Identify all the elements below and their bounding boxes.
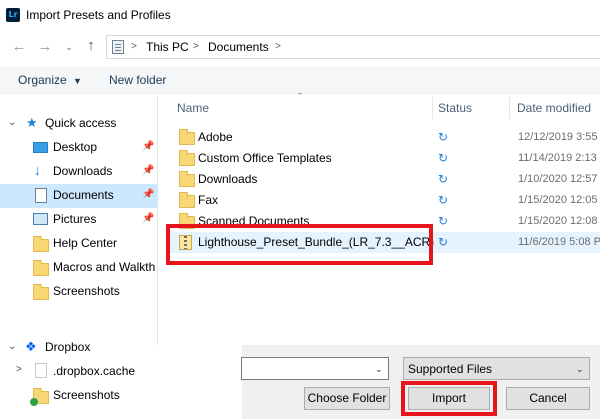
sidebar-item-label: Dropbox [45, 340, 91, 354]
file-row-adobe[interactable]: Adobe ↻ 12/12/2019 3:55 [168, 127, 600, 148]
chevron-right-icon: > [131, 41, 137, 52]
sidebar-item-dropbox[interactable]: ⌄ ❖ Dropbox [0, 336, 158, 360]
folder-icon [179, 150, 195, 166]
sidebar-item-label: .dropbox.cache [53, 364, 136, 378]
forward-arrow-icon[interactable]: → [34, 36, 56, 58]
chevron-down-icon[interactable]: ⌄ [58, 36, 80, 58]
chevron-down-icon[interactable]: ⌄ [8, 117, 16, 128]
file-date: 1/15/2020 12:05 [518, 194, 598, 206]
pictures-icon [33, 213, 48, 225]
caret-down-icon: ▼ [73, 76, 82, 86]
file-date: 12/12/2019 3:55 [518, 131, 598, 143]
column-header-date-modified[interactable]: Date modified [517, 95, 600, 121]
sidebar-item-label: Screenshots [53, 284, 120, 298]
chevron-down-icon[interactable]: ⌄ [375, 364, 383, 375]
sidebar-item-help-center[interactable]: Help Center [0, 232, 158, 256]
up-arrow-icon[interactable]: ↑ [80, 35, 102, 57]
file-name-input[interactable]: ⌄ [241, 357, 389, 380]
chevron-right-icon[interactable]: > [275, 41, 281, 52]
pin-icon[interactable]: 📌 [142, 213, 154, 224]
file-name: Custom Office Templates [198, 151, 332, 165]
sidebar-item-macros[interactable]: Macros and Walkth [0, 256, 158, 280]
download-icon: ↓ [34, 162, 41, 178]
pin-icon[interactable]: 📌 [142, 165, 154, 176]
file-name: Downloads [198, 172, 258, 186]
organize-button[interactable]: Organize ▼ [18, 73, 82, 87]
breadcrumb-this-pc[interactable]: This PC [146, 40, 189, 54]
folder-icon [179, 171, 195, 187]
organize-label: Organize [18, 73, 67, 87]
column-divider[interactable] [432, 97, 433, 119]
address-bar[interactable]: > This PC > Documents > [106, 35, 600, 59]
folder-icon [33, 284, 49, 300]
breadcrumb-documents[interactable]: Documents [208, 40, 269, 54]
sidebar-item-label: Macros and Walkth [53, 260, 156, 274]
sync-icon: ↻ [438, 235, 449, 249]
sidebar-item-label: Documents [53, 188, 114, 202]
folder-icon [35, 363, 47, 378]
sync-icon: ↻ [438, 193, 449, 207]
file-type-select[interactable]: Supported Files ⌄ [403, 357, 590, 380]
choose-folder-button[interactable]: Choose Folder [304, 387, 390, 410]
folder-icon [179, 192, 195, 208]
lightroom-app-icon: Lr [6, 8, 20, 22]
sidebar-item-label: Desktop [53, 140, 98, 154]
column-header-name[interactable]: Name [177, 95, 432, 121]
sidebar-item-quick-access[interactable]: ⌄ ★ Quick access [0, 112, 158, 136]
file-type-value: Supported Files [408, 362, 493, 376]
folder-icon [33, 236, 49, 252]
sync-icon: ↻ [438, 130, 449, 144]
file-date: 1/10/2020 12:57 [518, 173, 598, 185]
navigation-pane: ⌄ ★ Quick access Desktop 📌 ↓ Downloads 📌… [0, 95, 158, 354]
chevron-right-icon: > [193, 41, 199, 52]
synced-check-icon [30, 398, 38, 406]
chevron-down-icon[interactable]: ⌄ [8, 341, 16, 352]
desktop-icon [33, 142, 48, 153]
sidebar-item-screenshots[interactable]: Screenshots [0, 280, 158, 304]
sync-icon: ↻ [438, 172, 449, 186]
file-row-fax[interactable]: Fax ↻ 1/15/2020 12:05 [168, 190, 600, 211]
file-date: 11/6/2019 5:08 P [518, 236, 600, 248]
folder-icon [179, 129, 195, 145]
sidebar-item-downloads[interactable]: ↓ Downloads 📌 [0, 160, 158, 184]
pin-icon[interactable]: 📌 [142, 141, 154, 152]
star-icon: ★ [26, 115, 38, 130]
file-name: Adobe [198, 130, 233, 144]
sidebar-item-dropbox-screenshots[interactable]: Screenshots [0, 384, 242, 408]
sidebar-item-label: Pictures [53, 212, 97, 226]
sync-icon: ↻ [438, 151, 449, 165]
this-pc-icon [112, 40, 124, 54]
sidebar-item-label: Quick access [45, 116, 117, 130]
back-arrow-icon[interactable]: ← [8, 36, 30, 58]
column-header-status[interactable]: Status [438, 95, 508, 121]
sidebar-item-label: Screenshots [53, 388, 120, 402]
pin-icon[interactable]: 📌 [142, 189, 154, 200]
file-row-downloads[interactable]: Downloads ↻ 1/10/2020 12:57 [168, 169, 600, 190]
command-bar: Organize ▼ New folder [0, 66, 600, 94]
folder-icon [33, 260, 49, 276]
file-name: Fax [198, 193, 219, 207]
title-bar: Lr Import Presets and Profiles [0, 0, 600, 30]
sidebar-item-pictures[interactable]: Pictures 📌 [0, 208, 158, 232]
column-divider[interactable] [509, 97, 510, 119]
highlight-box-file [166, 224, 433, 265]
sidebar-item-dropbox-cache[interactable]: > .dropbox.cache [0, 360, 242, 384]
file-row-custom-office-templates[interactable]: Custom Office Templates ↻ 11/14/2019 2:1… [168, 148, 600, 169]
dropbox-icon: ❖ [25, 339, 37, 354]
highlight-box-import [401, 381, 497, 416]
window-title: Import Presets and Profiles [26, 8, 171, 22]
sidebar-item-documents[interactable]: Documents 📌 [0, 184, 158, 208]
file-date: 1/15/2020 12:08 [518, 215, 598, 227]
chevron-down-icon: ⌄ [576, 364, 584, 374]
document-icon [35, 188, 47, 203]
new-folder-button[interactable]: New folder [109, 73, 166, 87]
file-date: 11/14/2019 2:13 [518, 152, 597, 164]
sidebar-item-label: Downloads [53, 164, 113, 178]
sidebar-item-label: Help Center [53, 236, 118, 250]
cancel-button[interactable]: Cancel [506, 387, 590, 410]
sidebar-item-desktop[interactable]: Desktop 📌 [0, 136, 158, 160]
chevron-right-icon[interactable]: > [16, 364, 22, 375]
sync-icon: ↻ [438, 214, 449, 228]
